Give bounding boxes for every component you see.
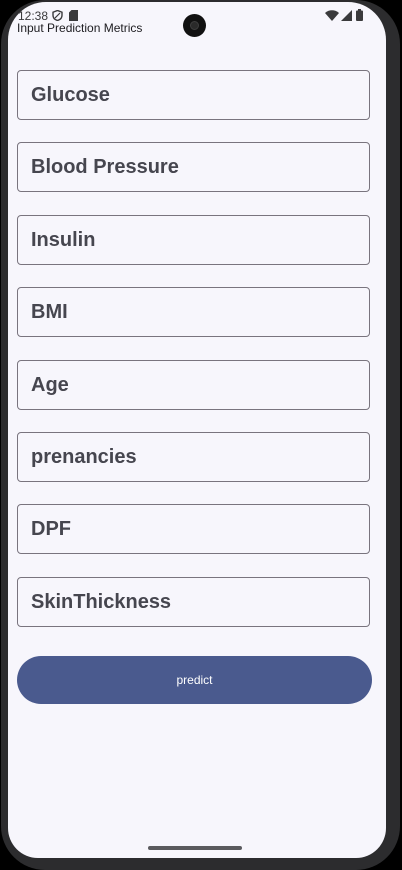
pregnancies-field[interactable] bbox=[17, 432, 370, 482]
shield-icon bbox=[52, 10, 63, 21]
insulin-field[interactable] bbox=[17, 215, 370, 265]
home-indicator[interactable] bbox=[148, 846, 242, 850]
predict-button[interactable]: predict bbox=[17, 656, 372, 704]
blood-pressure-field[interactable] bbox=[17, 142, 370, 192]
sd-card-icon bbox=[69, 10, 78, 21]
camera-lens bbox=[190, 21, 199, 30]
wifi-icon bbox=[325, 10, 339, 21]
skin-thickness-field[interactable] bbox=[17, 577, 370, 627]
dpf-field[interactable] bbox=[17, 504, 370, 554]
battery-icon bbox=[356, 9, 363, 21]
signal-icon bbox=[341, 10, 352, 21]
phone-frame: 12:38 Input Prediction Metrics Glucose B… bbox=[0, 0, 402, 870]
glucose-field[interactable] bbox=[17, 70, 370, 120]
bmi-field[interactable] bbox=[17, 287, 370, 337]
app-screen: 12:38 Input Prediction Metrics Glucose B… bbox=[8, 2, 386, 858]
page-title: Input Prediction Metrics bbox=[17, 21, 143, 35]
front-camera bbox=[183, 14, 206, 37]
age-field[interactable] bbox=[17, 360, 370, 410]
